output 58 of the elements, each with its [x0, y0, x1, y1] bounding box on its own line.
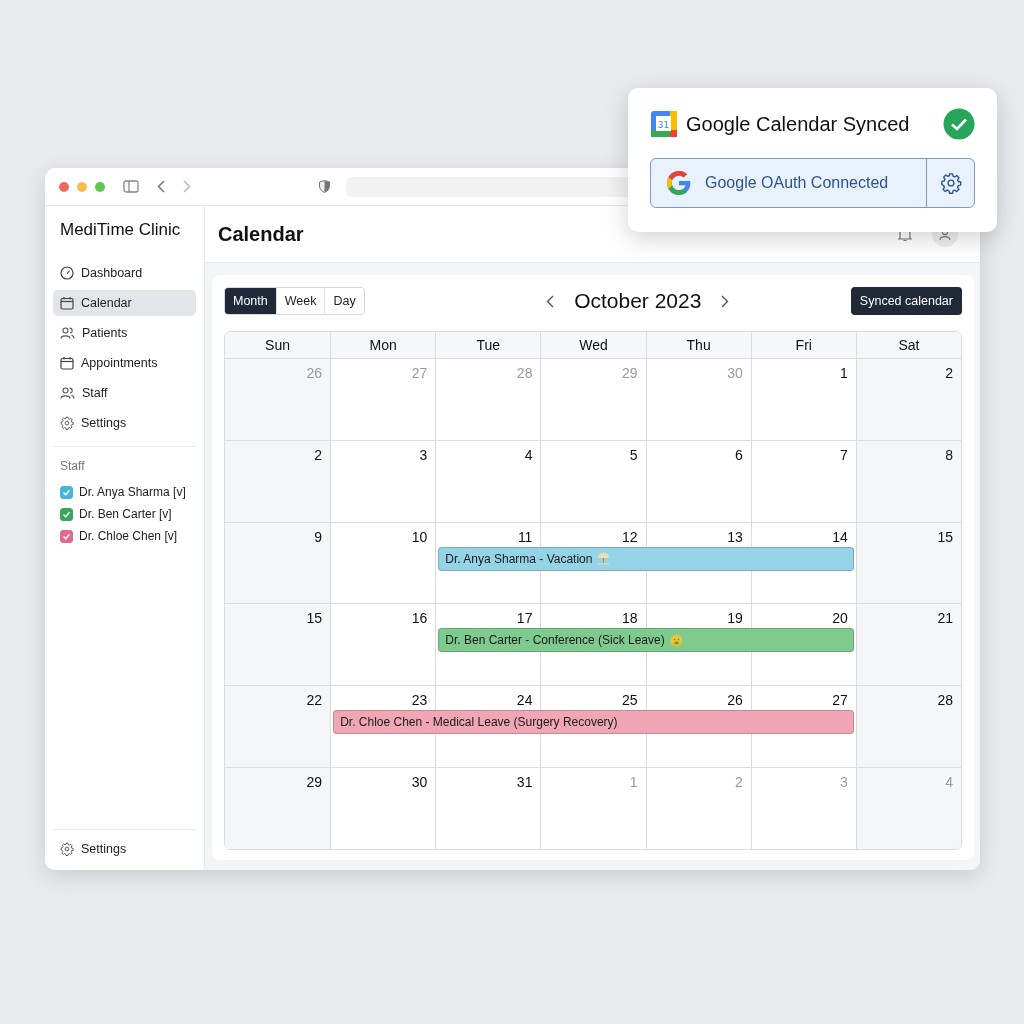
day-number: 3: [419, 446, 428, 463]
day-number: 28: [516, 365, 533, 381]
calendar-app-icon: 31: [650, 110, 678, 138]
staff-name: Dr. Anya Sharma [v]: [79, 485, 186, 499]
day-number: 21: [937, 610, 953, 627]
day-number: 2: [945, 365, 953, 381]
day-number: 2: [314, 446, 323, 463]
day-number: 1: [629, 774, 638, 791]
day-number: 15: [937, 528, 953, 545]
day-number: 18: [622, 610, 638, 627]
day-number: 31: [516, 774, 533, 791]
day-number: 1: [840, 365, 848, 381]
staff-name: Dr. Chloe Chen [v]: [79, 529, 178, 543]
day-number: 29: [306, 774, 323, 791]
day-number: 14: [832, 528, 848, 545]
day-number: 29: [622, 365, 638, 381]
day-number: 30: [727, 365, 743, 381]
section-heading: Staff: [59, 459, 86, 473]
day-number: 12: [622, 528, 638, 545]
day-number: 3: [840, 774, 848, 791]
page-title: Calendar: [218, 222, 305, 246]
day-number: 13: [727, 528, 743, 545]
day-number: 5: [629, 446, 638, 463]
day-number: 30: [411, 774, 428, 791]
month-title: October 2023: [574, 289, 702, 313]
day-number: 22: [306, 692, 323, 709]
popup-title: Google Calendar Synced: [686, 112, 911, 136]
weekday-header: Mon: [330, 332, 436, 358]
day-number: 9: [314, 528, 323, 545]
day-number: 4: [524, 446, 533, 463]
weekday-header: Tue: [435, 332, 541, 358]
day-number: 27: [411, 365, 428, 381]
day-number: 15: [306, 610, 323, 627]
day-number: 19: [727, 610, 743, 627]
day-number: 6: [734, 446, 743, 463]
weekday-header: Wed: [540, 332, 646, 358]
day-number: 24: [516, 692, 533, 709]
day-number: 25: [622, 692, 638, 709]
day-number: 2: [734, 774, 743, 791]
day-number: 27: [832, 692, 848, 709]
weekday-header: Fri: [750, 332, 856, 358]
day-number: 28: [937, 692, 953, 709]
weekday-header: Sat: [855, 332, 961, 358]
clinic-name: MediTime Clinic: [59, 220, 182, 240]
day-number: 4: [945, 774, 953, 791]
day-number: 16: [411, 610, 428, 627]
staff-name: Dr. Ben Carter [v]: [79, 507, 172, 521]
day-number: 26: [727, 692, 743, 709]
day-number: 17: [516, 610, 533, 627]
day-number: 20: [832, 610, 848, 627]
day-number: 26: [306, 365, 323, 381]
weekday-header: Sun: [264, 336, 292, 355]
day-number: 10: [411, 528, 428, 545]
day-number: 7: [840, 446, 848, 463]
day-number: 11: [517, 528, 533, 545]
day-number: 23: [411, 692, 428, 709]
day-number: 8: [945, 446, 953, 463]
weekday-header: Thu: [645, 332, 751, 358]
